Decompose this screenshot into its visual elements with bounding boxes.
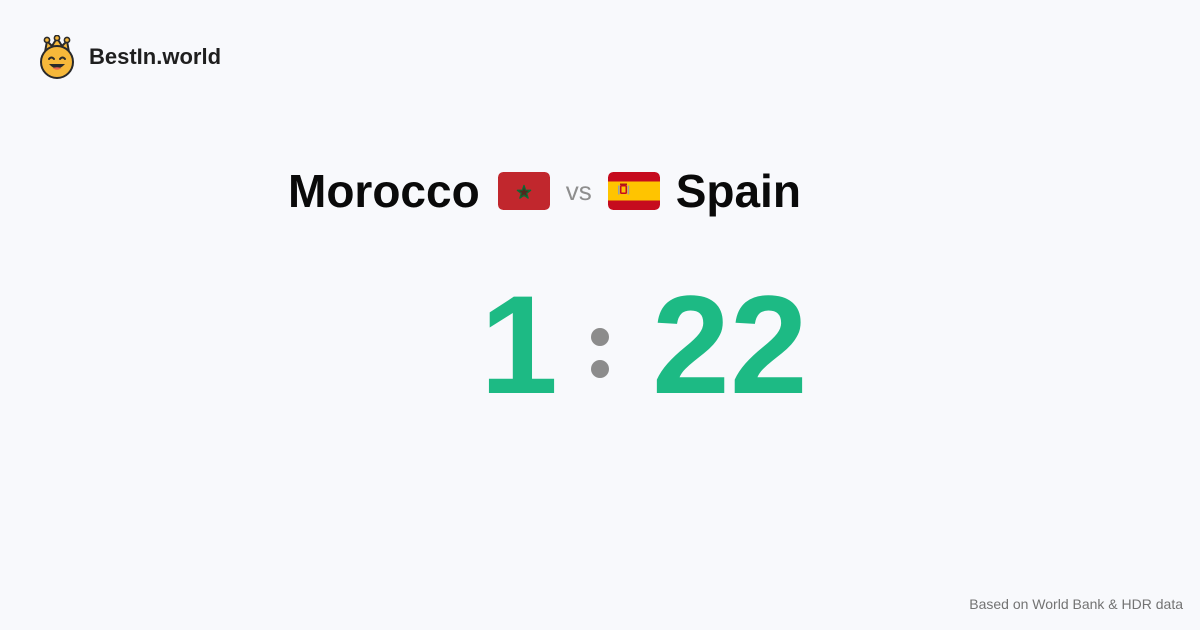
crown-smiley-logo-icon <box>40 35 74 79</box>
separator-dot-top <box>591 328 609 346</box>
score-display: 1 22 <box>0 270 1200 420</box>
vs-label: vs <box>565 176 592 206</box>
brand-name: BestIn.world <box>89 44 222 69</box>
brand[interactable]: BestIn.world <box>38 35 221 79</box>
spain-flag-icon <box>607 172 660 210</box>
score-right: 22 <box>652 266 808 423</box>
country-b-name: Spain <box>675 165 801 217</box>
matchup-title: Morocco vs Spain <box>288 162 801 220</box>
separator-dot-bottom <box>591 360 609 378</box>
data-source-note: Based on World Bank & HDR data <box>969 596 1183 612</box>
score-left: 1 <box>480 266 558 423</box>
score-separator <box>591 328 609 378</box>
morocco-flag-icon <box>497 172 550 210</box>
country-a-name: Morocco <box>288 165 480 217</box>
